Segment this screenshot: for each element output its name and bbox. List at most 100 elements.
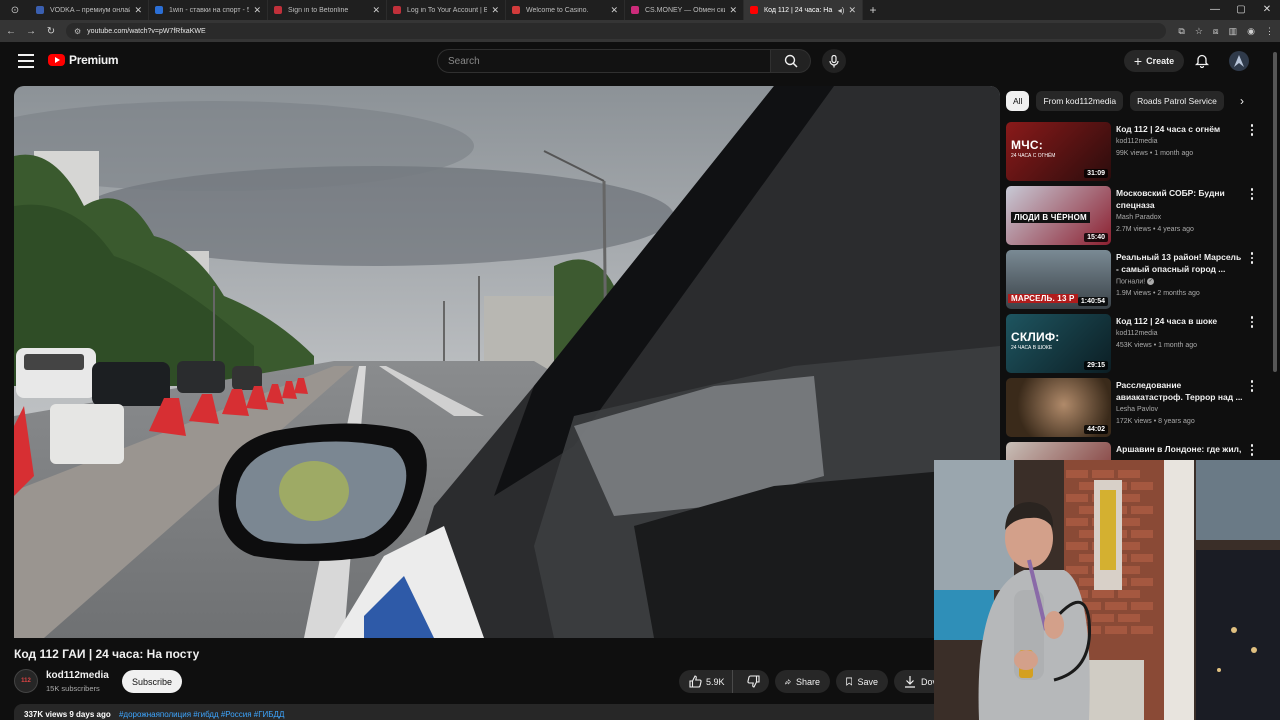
bookmark-star-icon[interactable]: ☆ [1195,26,1203,37]
more-actions-icon[interactable] [1248,316,1256,328]
profile-icon[interactable]: ◉ [1247,26,1255,37]
chip-related[interactable]: Roads Patrol Service [1130,91,1224,111]
dislike-button[interactable] [738,670,769,693]
browser-tab[interactable]: Sign in to Betonline ✕ [268,0,387,20]
scrollbar-thumb[interactable] [1273,52,1277,372]
browser-tab-active[interactable]: Код 112 | 24 часа: На ◂) ✕ [744,0,863,20]
more-actions-icon[interactable] [1248,252,1256,264]
avatar-image [1234,55,1244,67]
voice-search-button[interactable] [822,49,846,73]
browser-menu-icon[interactable]: ⋮ [1265,26,1274,37]
description-box[interactable]: 337K views 9 days ago #дорожнаяполиция #… [14,704,1000,720]
account-avatar[interactable] [1229,51,1249,71]
video-thumbnail[interactable]: МЧС: 24 ЧАСА С ОГНЁМ 31:09 [1006,122,1111,181]
save-label: Save [857,676,878,687]
sidebar-icon[interactable]: ▥ [1229,26,1238,37]
tab-close-icon[interactable]: ✕ [848,5,856,16]
subscribe-button[interactable]: Subscribe [122,670,182,693]
recommendation-item[interactable]: 44:02 Расследование авиакатастроф. Терро… [1006,378,1256,438]
extensions-icon[interactable]: ⧈ [1213,26,1219,37]
share-arrow-icon [785,678,791,684]
chip-all[interactable]: All [1006,91,1030,111]
recommendation-title[interactable]: Код 112 | 24 часа с огнём [1116,123,1244,135]
like-count: 5.9K [706,676,725,687]
tab-close-icon[interactable]: ✕ [372,5,380,16]
video-thumbnail[interactable]: МАРСЕЛЬ. 13 Р 1:40:54 [1006,250,1111,309]
browser-tab[interactable]: 1win - ставки на спорт - 5764 ✕ [149,0,268,20]
recommendation-channel[interactable]: Mash Paradox [1116,214,1161,221]
share-label: Share [795,676,820,687]
new-tab-button[interactable]: + [863,3,883,17]
address-bar[interactable]: ⚙ youtube.com/watch?v=pW7fRfxaKWE [66,23,1166,39]
create-button[interactable]: + Create [1124,50,1184,72]
maximize-icon[interactable]: ▢ [1228,0,1254,20]
tab-search-icon[interactable]: ⊙ [0,0,30,20]
browser-tab[interactable]: Welcome to Casino. ✕ [506,0,625,20]
hamburger-menu-icon[interactable] [18,54,34,68]
notifications-bell-icon[interactable] [1194,53,1210,73]
recommendation-title[interactable]: Московский СОБР: Будни спецназа [1116,187,1244,211]
recommendation-item[interactable]: ЛЮДИ В ЧЁРНОМ 15:40 Московский СОБР: Буд… [1006,186,1256,246]
tab-title: Sign in to Betonline [288,6,349,14]
recommendation-title[interactable]: Аршавин в Лондоне: где жил, [1116,443,1244,455]
reload-icon[interactable]: ↻ [42,26,60,37]
recommendation-title[interactable]: Расследование авиакатастроф. Террор над … [1116,379,1244,403]
browser-tab[interactable]: VODKA – премиум онлайн-ка ✕ [30,0,149,20]
more-actions-icon[interactable] [1248,444,1256,456]
create-label: Create [1146,56,1175,66]
more-actions-icon[interactable] [1248,124,1256,136]
recommendation-channel[interactable]: Погнали! ✓ [1116,278,1155,285]
recommendation-meta: 172K views • 8 years ago [1116,418,1195,425]
verified-check-icon: ✓ [1147,278,1155,285]
site-settings-icon[interactable]: ⚙ [74,27,81,36]
save-button[interactable]: Save [836,670,888,693]
recommendation-title[interactable]: Код 112 | 24 часа в шоке [1116,315,1244,327]
open-in-app-icon[interactable]: ⧉ [1178,26,1184,37]
forward-arrow-icon[interactable]: → [22,26,40,37]
recommendation-channel[interactable]: kod112media [1116,330,1158,337]
recommendation-item[interactable]: СКЛИФ: 24 ЧАСА В ШОКЕ 29:15 Код 112 | 24… [1006,314,1256,374]
tab-close-icon[interactable]: ✕ [253,5,261,16]
recommendation-channel[interactable]: Lesha Pavlov [1116,406,1158,413]
channel-name[interactable]: kod112media [46,670,109,681]
video-thumbnail[interactable]: 44:02 [1006,378,1111,437]
bookmark-icon [846,677,853,686]
recommendation-meta: 1.9M views • 2 months ago [1116,290,1200,297]
recommendation-channel[interactable]: kod112media [1116,138,1158,145]
video-player[interactable] [14,86,1000,638]
recommendation-item[interactable]: МЧС: 24 ЧАСА С ОГНЁМ 31:09 Код 112 | 24 … [1006,122,1256,182]
more-actions-icon[interactable] [1248,380,1256,392]
thumbnail-subcaption: 24 ЧАСА С ОГНЁМ [1011,153,1056,159]
hashtags[interactable]: #дорожнаяполиция #гибдд #Россия #ГИБДД [119,710,284,719]
toolbar-actions: ⧉ ☆ ⧈ ▥ ◉ ⋮ [1178,20,1274,42]
video-thumbnail[interactable]: СКЛИФ: 24 ЧАСА В ШОКЕ 29:15 [1006,314,1111,373]
search-input[interactable] [437,49,772,73]
search-button[interactable] [771,49,811,73]
thumbs-up-icon [689,675,702,688]
thumbnail-caption: ЛЮДИ В ЧЁРНОМ [1011,212,1090,223]
tab-close-icon[interactable]: ✕ [491,5,499,16]
thumbnail-subcaption: 24 ЧАСА В ШОКЕ [1011,345,1053,351]
browser-tab[interactable]: Log in To Your Account | BetOn ✕ [387,0,506,20]
tab-close-icon[interactable]: ✕ [610,5,618,16]
tab-close-icon[interactable]: ✕ [729,5,737,16]
video-thumbnail[interactable]: ЛЮДИ В ЧЁРНОМ 15:40 [1006,186,1111,245]
tab-close-icon[interactable]: ✕ [134,5,142,16]
back-arrow-icon[interactable]: ← [2,26,20,37]
share-button[interactable]: Share [775,670,830,693]
minimize-icon[interactable]: — [1202,0,1228,20]
youtube-logo[interactable]: Premium [48,53,119,67]
youtube-play-icon [48,54,65,66]
tab-favicon [274,6,282,14]
browser-tab[interactable]: CS.MONEY — Обмен скинов ✕ [625,0,744,20]
speaker-icon[interactable]: ◂) [838,6,845,15]
recommendation-item[interactable]: МАРСЕЛЬ. 13 Р 1:40:54 Реальный 13 район!… [1006,250,1256,310]
more-actions-icon[interactable] [1248,188,1256,200]
filter-chips: All From kod112media Roads Patrol Servic… [1006,91,1246,111]
close-window-icon[interactable]: ✕ [1254,0,1280,20]
like-button[interactable]: 5.9K [679,670,734,693]
chip-from-channel[interactable]: From kod112media [1036,91,1124,111]
chevron-right-icon[interactable]: › [1234,93,1250,109]
recommendation-title[interactable]: Реальный 13 район! Марсель - самый опасн… [1116,251,1244,275]
channel-avatar[interactable]: 112 [14,669,38,693]
